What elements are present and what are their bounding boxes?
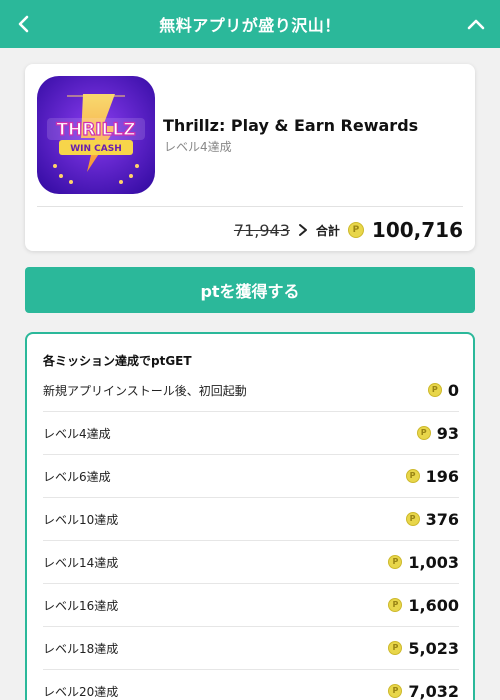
mission-reward: P 93 xyxy=(416,423,459,443)
old-points: 71,943 xyxy=(233,220,290,240)
points-summary: 71,943 合計 P 100,716 xyxy=(234,214,463,246)
mission-reward: P 1,600 xyxy=(388,596,459,615)
coin-icon: P xyxy=(388,555,403,569)
missions-header: 各ミッション達成でptGET xyxy=(43,354,192,368)
mission-row: レベル14達成 P 1,003 xyxy=(43,541,459,584)
mission-reward: P 5,023 xyxy=(388,639,459,658)
mission-label: レベル4達成 xyxy=(43,426,111,441)
coin-icon: P xyxy=(405,469,420,483)
card-divider xyxy=(37,206,463,207)
mission-points: 196 xyxy=(425,466,459,486)
coin-icon: P xyxy=(388,641,403,655)
mission-row: 新規アプリインストール後、初回起動 P 0 xyxy=(43,369,459,412)
mission-points: 1,600 xyxy=(408,595,459,615)
mission-label: レベル6達成 xyxy=(43,469,111,484)
mission-row: レベル18達成 P 5,023 xyxy=(43,627,459,670)
mission-points: 7,032 xyxy=(408,681,459,700)
mission-label: レベル14達成 xyxy=(43,555,119,570)
mission-reward: P 376 xyxy=(405,509,459,529)
mission-reward: P 7,032 xyxy=(388,682,459,700)
collapse-chevron-icon[interactable] xyxy=(462,10,490,38)
back-chevron-icon[interactable] xyxy=(10,10,38,38)
mission-list: 新規アプリインストール後、初回起動 P 0 レベル4達成 P 93 レベル6達成… xyxy=(43,369,459,700)
mission-reward: P 0 xyxy=(427,380,459,400)
coin-icon: P xyxy=(347,222,364,238)
mission-points: 0 xyxy=(447,380,459,400)
mission-label: レベル20達成 xyxy=(43,684,119,699)
chevron-right-icon xyxy=(298,223,308,237)
mission-points: 5,023 xyxy=(408,638,459,658)
mission-label: レベル18達成 xyxy=(43,641,119,656)
top-header: 無料アプリが盛り沢山！ xyxy=(0,0,500,48)
app-icon-logo-subtext: WIN CASH xyxy=(70,144,122,154)
total-label: 合計 xyxy=(315,223,340,238)
mission-row: レベル6達成 P 196 xyxy=(43,455,459,498)
app-icon[interactable]: THRILLZ WIN CASH xyxy=(37,76,155,194)
app-icon-logo-text: THRILLZ xyxy=(56,120,135,140)
mission-label: レベル16達成 xyxy=(43,598,119,613)
app-card: THRILLZ WIN CASH Thrillz: Play & Earn Re… xyxy=(25,64,475,251)
mission-points: 1,003 xyxy=(408,552,459,572)
missions-panel: 各ミッション達成でptGET 新規アプリインストール後、初回起動 P 0 レベル… xyxy=(25,332,475,700)
mission-reward: P 196 xyxy=(405,466,459,486)
get-points-button[interactable]: ptを獲得する xyxy=(25,267,475,313)
coin-icon: P xyxy=(388,684,403,698)
mission-row: レベル4達成 P 93 xyxy=(43,412,459,455)
mission-row: レベル16達成 P 1,600 xyxy=(43,584,459,627)
app-name: Thrillz: Play & Earn Rewards xyxy=(163,116,419,135)
mission-row: レベル20達成 P 7,032 xyxy=(43,670,459,700)
mission-label: 新規アプリインストール後、初回起動 xyxy=(43,383,247,398)
app-status: レベル4達成 xyxy=(164,140,232,154)
coin-icon: P xyxy=(388,598,403,612)
mission-reward: P 1,003 xyxy=(388,553,459,572)
total-points: 100,716 xyxy=(371,218,463,242)
page-title: 無料アプリが盛り沢山！ xyxy=(159,16,341,35)
mission-row: レベル10達成 P 376 xyxy=(43,498,459,541)
mission-points: 93 xyxy=(436,423,459,443)
coin-icon: P xyxy=(427,383,442,397)
coin-icon: P xyxy=(416,426,431,440)
mission-label: レベル10達成 xyxy=(43,512,119,527)
mission-points: 376 xyxy=(425,509,459,529)
coin-icon: P xyxy=(405,512,420,526)
